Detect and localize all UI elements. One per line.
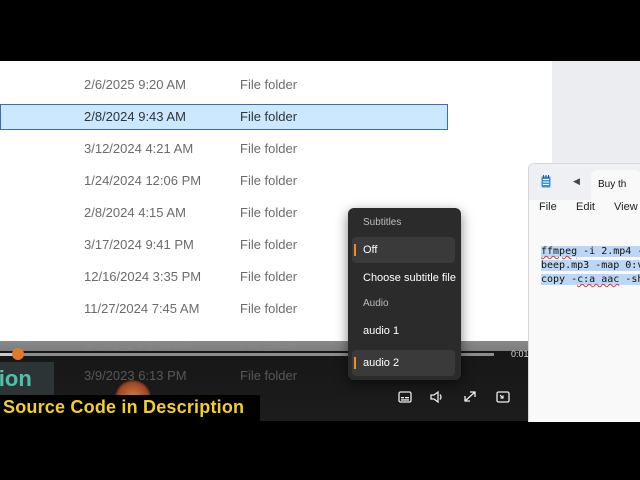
date-modified: 12/16/2024 3:35 PM (84, 269, 202, 284)
audio-track-1-option[interactable]: audio 1 (352, 318, 455, 344)
selected-indicator (354, 244, 356, 256)
banner-text: Source Code in Description (3, 397, 245, 417)
date-modified: 2/6/2025 9:20 AM (84, 77, 186, 92)
notepad-window: ◀ Buy th File Edit View ffmpeg -i 2.mp4 … (528, 163, 640, 422)
file-row-selected[interactable]: 2/8/2024 9:43 AM File folder (0, 104, 448, 130)
choose-subtitle-file-option[interactable]: Choose subtitle file (352, 265, 456, 291)
date-modified: 3/12/2024 4:21 AM (84, 141, 194, 156)
file-type: File folder (240, 173, 298, 188)
tab-scroll-left-icon[interactable]: ◀ (573, 176, 580, 187)
letterbox-bottom (0, 421, 640, 480)
file-row[interactable]: 3/12/2024 4:21 AM File folder (0, 136, 448, 162)
faded-date: 9/19/2024 5:04 AM (84, 341, 194, 352)
audio-header: Audio (363, 298, 389, 309)
menu-view[interactable]: View (614, 201, 638, 213)
file-type: File folder (240, 301, 298, 316)
file-type: File folder (240, 109, 298, 124)
file-type: File folder (240, 77, 298, 92)
file-explorer-list: 2/6/2025 9:20 AM File folder 2/8/2024 9:… (0, 61, 552, 351)
seek-thumb[interactable] (12, 348, 24, 360)
faded-type: File folder (240, 368, 298, 383)
date-modified: 2/8/2024 4:15 AM (84, 205, 186, 220)
date-modified: 11/27/2024 7:45 AM (84, 301, 200, 316)
current-time: 0:01 (511, 349, 529, 359)
date-modified: 3/17/2024 9:41 PM (84, 237, 194, 252)
notepad-tab[interactable]: Buy th (591, 170, 640, 200)
volume-icon[interactable] (428, 389, 446, 405)
subtitles-header: Subtitles (363, 217, 402, 228)
menu-edit[interactable]: Edit (576, 201, 595, 213)
date-modified: 2/8/2024 9:43 AM (84, 109, 186, 124)
source-code-banner: Source Code in Description (0, 395, 260, 421)
menu-file[interactable]: File (539, 201, 557, 213)
faded-type: File folder (240, 341, 298, 352)
notepad-app-icon (541, 175, 551, 188)
subtitle-audio-menu: Subtitles Off Choose subtitle file Audio… (348, 208, 461, 380)
captions-icon[interactable] (396, 389, 414, 405)
file-row[interactable]: 1/24/2024 12:06 PM File folder (0, 168, 448, 194)
audio-track-2-option[interactable]: audio 2 (352, 350, 455, 376)
file-type: File folder (240, 141, 298, 156)
date-modified: 1/24/2024 12:06 PM (84, 173, 202, 188)
video-caption-word: ption (0, 362, 54, 396)
fullscreen-icon[interactable] (461, 389, 479, 405)
notepad-text-area[interactable]: ffmpeg -i 2.mp4 - beep.mp3 -map 0:v copy… (541, 245, 640, 287)
screen: 2/6/2025 9:20 AM File folder 2/8/2024 9:… (0, 0, 640, 480)
letterbox-top (0, 0, 640, 61)
file-type: File folder (240, 205, 298, 220)
selected-indicator (354, 357, 356, 369)
subtitle-off-option[interactable]: Off (352, 237, 455, 263)
miniplayer-icon[interactable] (494, 389, 512, 405)
file-row[interactable]: 2/6/2025 9:20 AM File folder (0, 72, 448, 98)
file-type: File folder (240, 237, 298, 252)
file-type: File folder (240, 269, 298, 284)
notepad-titlebar: ◀ Buy th (529, 164, 640, 200)
